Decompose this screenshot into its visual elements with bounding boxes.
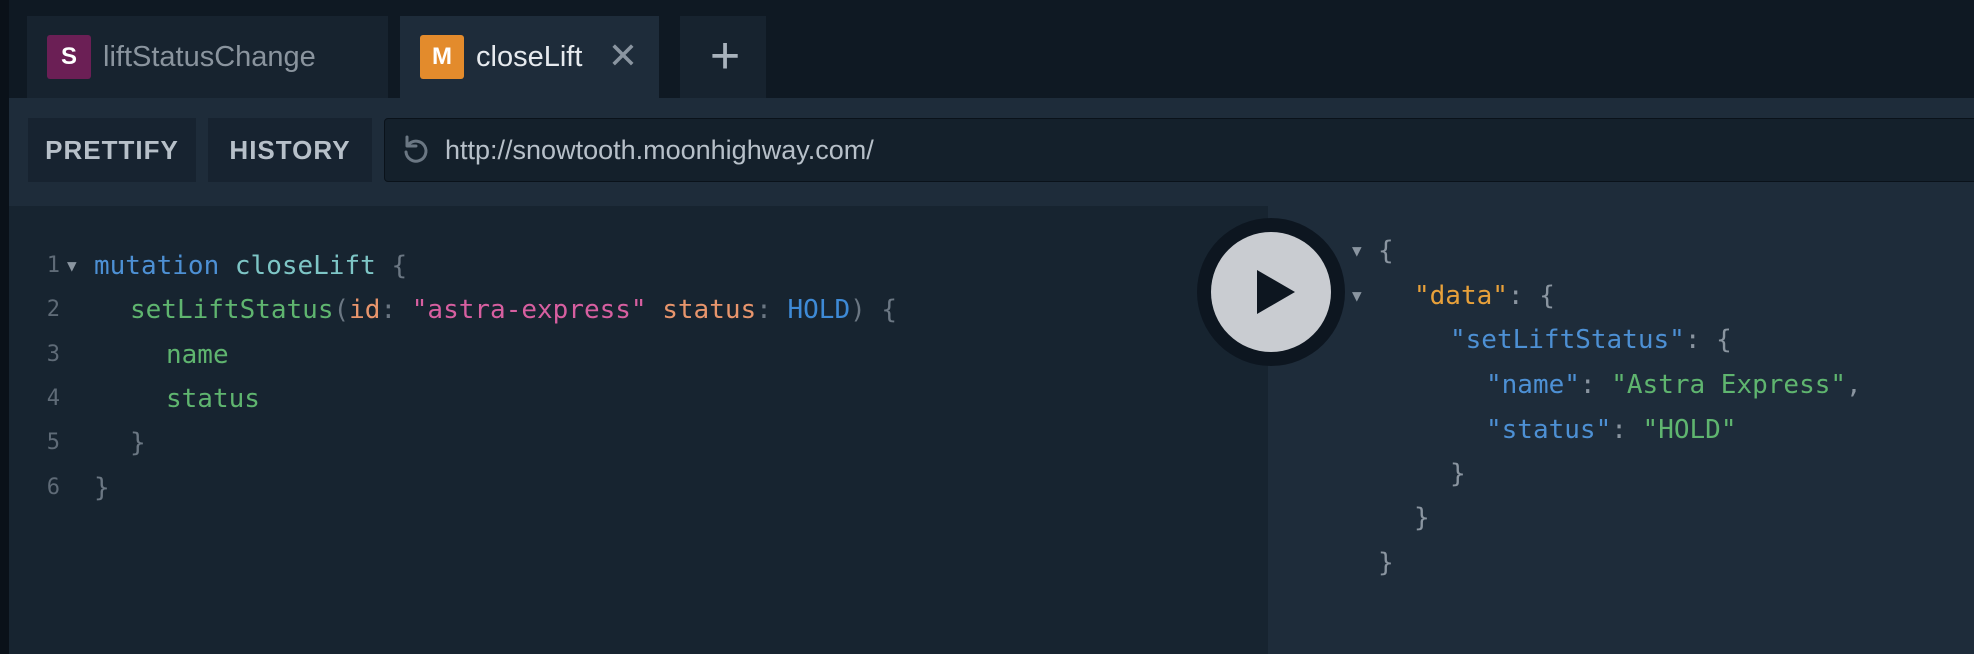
close-tab-icon[interactable]: ✕ xyxy=(607,36,639,76)
code-line-5: } xyxy=(130,428,146,458)
json-key: "status" xyxy=(1486,415,1612,445)
result-line-3: "setLiftStatus": { xyxy=(1450,318,1732,362)
mutation-badge: M xyxy=(420,35,464,79)
code-line-1: mutation closeLift { xyxy=(94,244,407,288)
line-number: 4 xyxy=(46,386,60,411)
json-key: "name" xyxy=(1486,370,1580,400)
json-colon: : xyxy=(1507,281,1524,311)
token-paren: ) xyxy=(850,295,866,325)
tab-bar: S liftStatusChange M closeLift ✕ + xyxy=(9,0,1974,98)
token-colon: : xyxy=(756,295,772,325)
json-colon: : xyxy=(1611,415,1627,445)
json-comma: , xyxy=(1846,370,1862,400)
result-line-7: } xyxy=(1414,503,1430,533)
json-string: "HOLD" xyxy=(1642,415,1737,445)
token-brace: { xyxy=(881,295,898,325)
json-colon: : xyxy=(1579,370,1596,400)
token-colon: : xyxy=(380,295,397,325)
code-line-2: setLiftStatus(id: "astra-express" status… xyxy=(130,288,897,332)
line-number: 1 xyxy=(46,253,60,278)
code-line-4: status xyxy=(166,384,260,414)
window-left-edge xyxy=(0,0,9,654)
token-enum: HOLD xyxy=(787,295,851,325)
line-number: 5 xyxy=(46,430,60,455)
result-line-6: } xyxy=(1450,459,1466,489)
result-line-8: } xyxy=(1378,548,1394,578)
line-number: 3 xyxy=(46,342,60,367)
reload-icon[interactable] xyxy=(398,134,432,168)
token-operation-name: closeLift xyxy=(234,251,376,281)
subscription-badge: S xyxy=(47,35,91,79)
fold-arrow-icon[interactable]: ▼ xyxy=(1352,274,1362,318)
json-brace: { xyxy=(1716,325,1732,355)
token-argument: status xyxy=(662,295,757,325)
fold-arrow-icon[interactable]: ▼ xyxy=(1352,229,1362,273)
query-editor[interactable]: 1 2 3 4 5 6 ▼ mutation closeLift { setLi… xyxy=(9,206,1268,654)
run-button-face xyxy=(1211,232,1331,352)
endpoint-url-input[interactable]: http://snowtooth.moonhighway.com/ xyxy=(384,118,1974,182)
token-brace: { xyxy=(391,251,408,281)
json-key: "data" xyxy=(1414,281,1508,311)
token-field: setLiftStatus xyxy=(130,295,334,325)
line-number: 2 xyxy=(46,297,60,322)
fold-arrow-icon[interactable]: ▼ xyxy=(67,244,77,288)
json-brace: { xyxy=(1539,281,1555,311)
prettify-button[interactable]: PRETTIFY xyxy=(28,118,196,182)
execute-query-button[interactable] xyxy=(1197,218,1345,366)
add-tab-button[interactable]: + xyxy=(680,16,766,98)
json-key: "setLiftStatus" xyxy=(1450,325,1685,355)
tab-label: liftStatusChange xyxy=(103,41,316,73)
token-argument: id xyxy=(349,295,381,325)
token-keyword: mutation xyxy=(94,251,220,281)
tab-liftstatuschange[interactable]: S liftStatusChange xyxy=(27,16,388,98)
code-line-6: } xyxy=(94,473,110,503)
token-string: "astra-express" xyxy=(411,295,647,325)
token-paren: ( xyxy=(333,295,350,325)
tab-closelift[interactable]: M closeLift ✕ xyxy=(400,16,659,98)
toolbar: PRETTIFY HISTORY http://snowtooth.moonhi… xyxy=(9,98,1974,206)
play-icon xyxy=(1257,270,1295,314)
json-colon: : xyxy=(1684,325,1701,355)
line-number: 6 xyxy=(46,475,60,500)
json-string: "Astra Express" xyxy=(1611,370,1847,400)
result-viewer: ▼ ▼ { "data": { "setLiftStatus": { "name… xyxy=(1268,206,1974,654)
endpoint-url-text: http://snowtooth.moonhighway.com/ xyxy=(445,135,874,165)
result-line-1: { xyxy=(1378,236,1394,266)
result-line-2: "data": { xyxy=(1414,274,1555,318)
result-line-4: "name": "Astra Express", xyxy=(1486,363,1862,407)
plus-icon: + xyxy=(709,27,741,85)
tab-label: closeLift xyxy=(476,41,583,73)
code-line-3: name xyxy=(166,340,229,370)
result-line-5: "status": "HOLD" xyxy=(1486,408,1736,452)
history-button[interactable]: HISTORY xyxy=(208,118,372,182)
